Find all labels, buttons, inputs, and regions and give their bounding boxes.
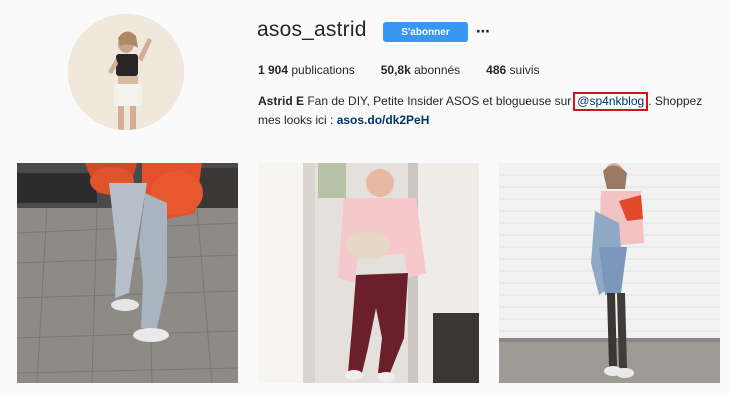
post-tile[interactable] bbox=[258, 163, 479, 383]
post-tile[interactable] bbox=[17, 163, 238, 383]
profile-username: asos_astrid bbox=[257, 18, 367, 41]
following-count: 486 bbox=[486, 63, 507, 77]
stat-publications: 1 904 publications bbox=[258, 63, 355, 77]
bio-text-before: Fan de DIY, Petite Insider ASOS et blogu… bbox=[304, 94, 572, 108]
followers-label: abonnés bbox=[414, 63, 461, 77]
bio-shop-link[interactable]: asos.do/dk2PeH bbox=[337, 113, 430, 127]
bio-name: Astrid E bbox=[258, 94, 305, 108]
publications-label: publications bbox=[291, 63, 355, 77]
followers-count: 50,8k bbox=[380, 63, 411, 77]
post-tile[interactable] bbox=[499, 163, 720, 383]
post-photo-street bbox=[17, 163, 238, 383]
more-options-icon[interactable]: ⋯ bbox=[475, 22, 491, 40]
bio-handle-link[interactable]: @sp4nkblog bbox=[573, 92, 649, 111]
post-photo-mirror bbox=[258, 163, 479, 383]
following-label: suivis bbox=[509, 63, 540, 77]
stat-following[interactable]: 486 suivis bbox=[486, 63, 539, 77]
publications-count: 1 904 bbox=[258, 63, 289, 77]
profile-stats: 1 904 publications 50,8k abonnés 486 sui… bbox=[258, 63, 566, 77]
post-grid bbox=[17, 163, 720, 383]
avatar-photo bbox=[68, 14, 184, 130]
follow-button[interactable]: S'abonner bbox=[383, 22, 468, 42]
profile-avatar[interactable] bbox=[68, 14, 184, 130]
profile-bio: Astrid E Fan de DIY, Petite Insider ASOS… bbox=[258, 92, 728, 130]
post-photo-brick-wall bbox=[499, 163, 720, 383]
stat-followers[interactable]: 50,8k abonnés bbox=[381, 63, 460, 77]
